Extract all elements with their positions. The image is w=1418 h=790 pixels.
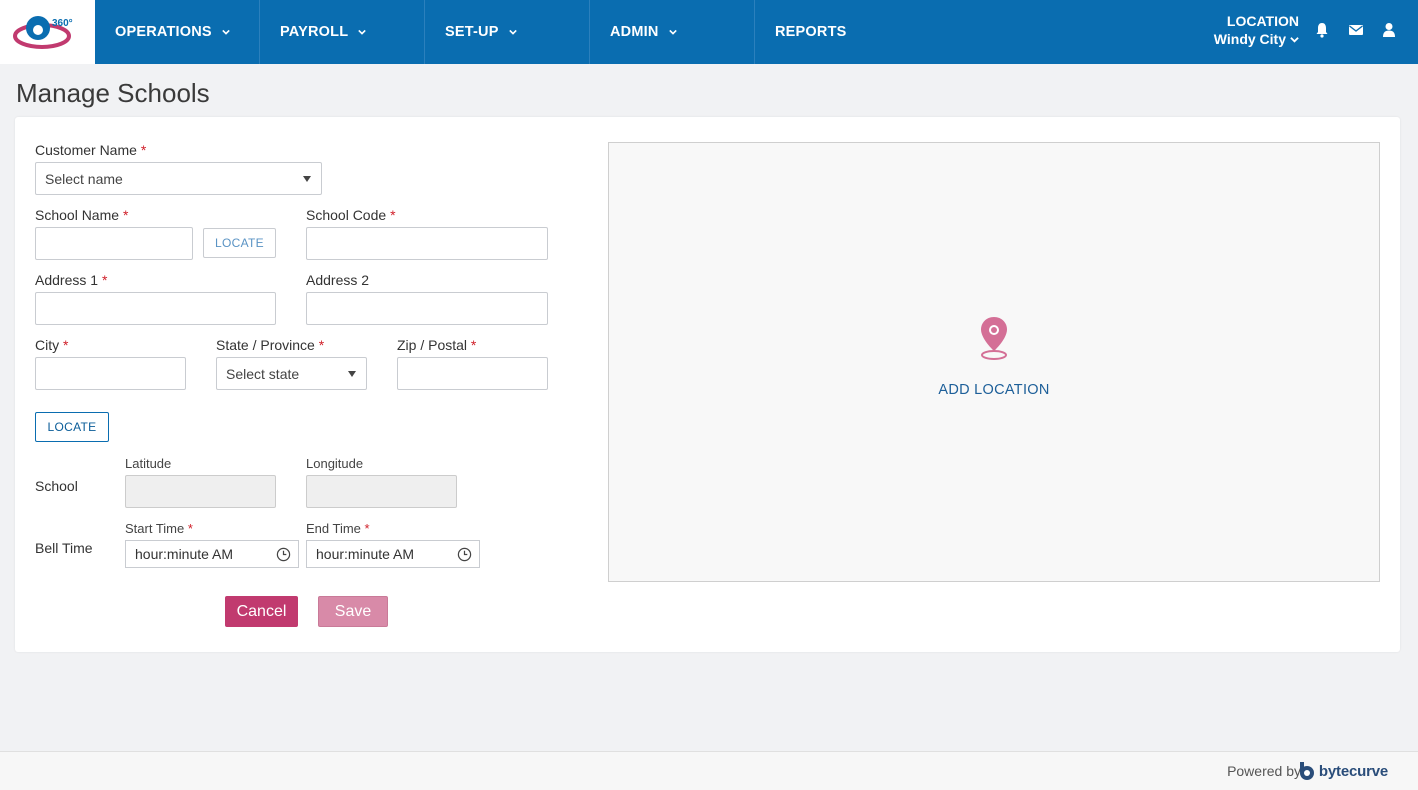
nav-operations[interactable]: OPERATIONS: [95, 0, 260, 64]
address1-input[interactable]: [35, 292, 276, 325]
customer-name-select[interactable]: Select name: [35, 162, 322, 195]
caret-down-icon: [303, 176, 311, 182]
start-time-label-text: Start Time: [125, 521, 185, 536]
address1-label: Address 1 *: [35, 272, 107, 288]
city-input[interactable]: [35, 357, 186, 390]
brand-name: bytecurve: [1318, 762, 1388, 780]
longitude-label: Longitude: [306, 456, 364, 471]
caret-down-icon: [348, 371, 356, 377]
save-button[interactable]: Save: [318, 596, 388, 627]
required-mark: *: [63, 337, 69, 353]
nav-reports-label: REPORTS: [775, 24, 847, 40]
locate-school-button[interactable]: LOCATE: [203, 228, 276, 258]
school-code-label-text: School Code: [306, 207, 387, 223]
map-pin-icon[interactable]: [978, 315, 1010, 363]
customer-name-label: Customer Name *: [35, 142, 146, 158]
location-selector[interactable]: LOCATION Windy City: [1214, 12, 1299, 49]
nav-setup-label: SET-UP: [445, 24, 499, 40]
nav-admin[interactable]: ADMIN: [590, 0, 755, 64]
zip-input[interactable]: [397, 357, 548, 390]
address2-label: Address 2: [306, 272, 370, 288]
start-time-input[interactable]: hour:minute AM: [125, 540, 299, 568]
chevron-down-icon: [508, 29, 517, 35]
start-time-placeholder: hour:minute AM: [135, 546, 234, 562]
customer-name-label-text: Customer Name: [35, 142, 137, 158]
end-time-label-text: End Time: [306, 521, 361, 536]
latitude-input: [125, 475, 276, 508]
state-label: State / Province *: [216, 337, 324, 353]
zip-label-text: Zip / Postal: [397, 337, 468, 353]
required-mark: *: [122, 207, 129, 223]
required-mark: *: [318, 337, 325, 353]
school-name-label-text: School Name: [35, 207, 120, 223]
city-label-text: City: [35, 337, 60, 353]
location-label: LOCATION: [1226, 13, 1299, 29]
start-time-label: Start Time *: [125, 521, 193, 536]
state-placeholder: Select state: [226, 365, 300, 382]
school-name-input[interactable]: [35, 227, 193, 260]
school-code-label: School Code *: [306, 207, 396, 223]
customer-name-placeholder: Select name: [45, 170, 123, 187]
nav-payroll[interactable]: PAYROLL: [260, 0, 425, 64]
nav-admin-label: ADMIN: [610, 24, 659, 40]
required-mark: *: [101, 272, 108, 288]
required-mark: *: [187, 521, 193, 536]
state-select[interactable]: Select state: [216, 357, 367, 390]
svg-text:360°: 360°: [52, 18, 73, 29]
school-coords-label: School: [35, 478, 78, 494]
zip-label: Zip / Postal *: [397, 337, 476, 353]
page-title: Manage Schools: [16, 78, 210, 108]
chevron-down-icon: [668, 29, 677, 35]
bell-icon[interactable]: [1314, 22, 1330, 38]
clock-icon[interactable]: [276, 547, 291, 562]
required-mark: *: [390, 207, 396, 223]
nav-reports[interactable]: REPORTS: [755, 0, 875, 64]
brand-logo: bytecurve: [1298, 761, 1388, 781]
footer: Powered by bytecurve: [0, 751, 1418, 790]
school-form-card: Customer Name * Select name School Name …: [15, 117, 1400, 652]
map-panel[interactable]: ADD LOCATION: [608, 142, 1380, 582]
clock-icon[interactable]: [457, 547, 472, 562]
longitude-input: [306, 475, 457, 508]
school-code-input[interactable]: [306, 227, 548, 260]
location-value-text: Windy City: [1213, 31, 1286, 47]
end-time-placeholder: hour:minute AM: [316, 546, 415, 562]
required-mark: *: [364, 521, 370, 536]
cancel-button[interactable]: Cancel: [225, 596, 298, 627]
chevron-down-icon: [1290, 36, 1299, 43]
nav-setup[interactable]: SET-UP: [425, 0, 590, 64]
envelope-icon[interactable]: [1348, 22, 1364, 38]
add-location-label[interactable]: ADD LOCATION: [609, 382, 1379, 398]
bell-time-label: Bell Time: [35, 540, 93, 556]
chevron-down-icon: [222, 29, 230, 35]
location-value[interactable]: Windy City: [1214, 30, 1299, 48]
address1-label-text: Address 1: [35, 272, 99, 288]
required-mark: *: [470, 337, 477, 353]
top-nav-bar: 360° OPERATIONS PAYROLL SET-UP ADMIN REP…: [0, 0, 1418, 64]
end-time-label: End Time *: [306, 521, 370, 536]
address2-input[interactable]: [306, 292, 548, 325]
app-logo[interactable]: 360°: [0, 0, 95, 64]
locate-address-button[interactable]: LOCATE: [35, 412, 109, 442]
school-name-label: School Name *: [35, 207, 128, 223]
nav-payroll-label: PAYROLL: [280, 24, 349, 40]
bytecurve-logo-icon: [1299, 762, 1314, 780]
logo-icon: 360°: [13, 16, 73, 49]
user-icon[interactable]: [1381, 22, 1397, 38]
latitude-label: Latitude: [125, 456, 172, 471]
end-time-input[interactable]: hour:minute AM: [306, 540, 480, 568]
powered-by-label: Powered by: [1227, 763, 1301, 779]
nav-operations-label: OPERATIONS: [115, 24, 212, 40]
required-mark: *: [140, 142, 147, 158]
city-label: City *: [35, 337, 68, 353]
chevron-down-icon: [358, 29, 367, 35]
state-label-text: State / Province: [216, 337, 315, 353]
